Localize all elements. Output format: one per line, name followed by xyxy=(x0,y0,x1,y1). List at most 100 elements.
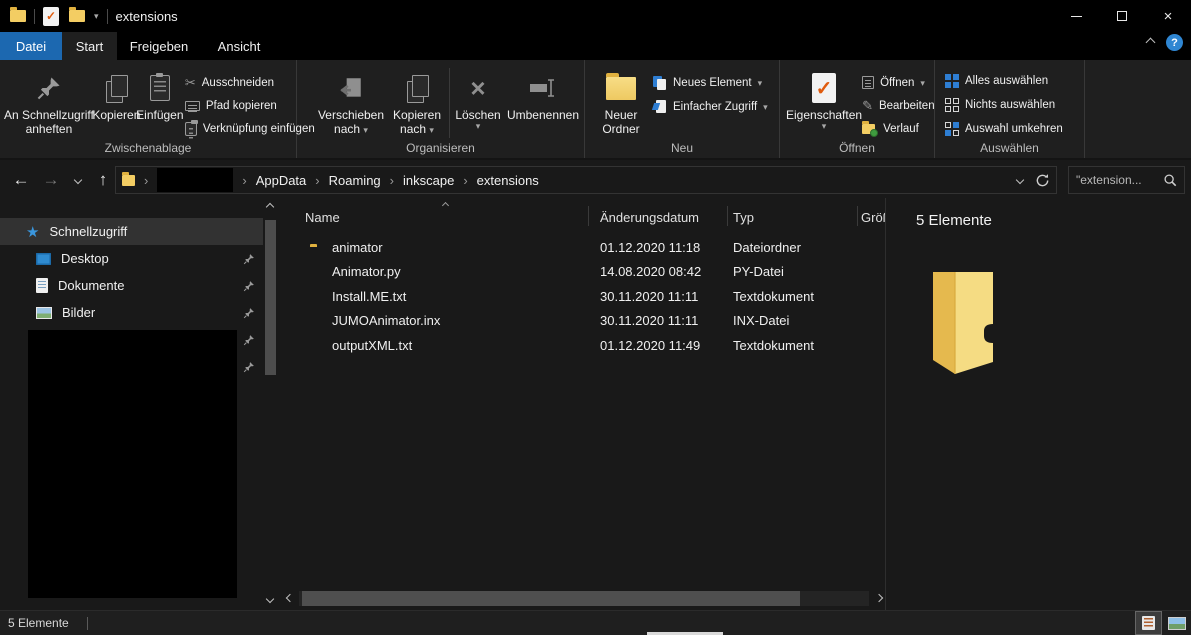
column-header-name[interactable]: Name xyxy=(305,210,340,225)
copy-path-button[interactable]: Pfad kopieren xyxy=(185,95,315,116)
minimize-icon xyxy=(1071,16,1082,17)
address-bar[interactable]: › › AppData › Roaming › inkscape › exten… xyxy=(115,166,1057,194)
details-view-button[interactable] xyxy=(1136,612,1161,634)
select-none-button[interactable]: Nichts auswählen xyxy=(945,94,1063,116)
crumb-chevron-icon: › xyxy=(144,173,148,188)
main-area: ★ Schnellzugriff Desktop Dokumente Bilde… xyxy=(0,198,1191,610)
delete-button[interactable]: × Löschen ▾ xyxy=(452,64,504,140)
column-divider[interactable] xyxy=(857,206,858,226)
file-row-jumoanimator[interactable]: JUMOAnimator.inx 30.11.2020 11:11 INX-Da… xyxy=(280,309,885,334)
recent-locations-button[interactable] xyxy=(68,162,88,198)
forward-button[interactable]: → xyxy=(36,162,66,198)
copy-button[interactable]: Kopieren xyxy=(94,64,139,140)
new-folder-icon xyxy=(606,77,636,100)
sidebar-item-desktop[interactable]: Desktop xyxy=(0,245,263,272)
minimize-button[interactable] xyxy=(1053,0,1099,32)
horizontal-scrollbar-thumb[interactable] xyxy=(302,591,800,606)
file-date: 01.12.2020 11:49 xyxy=(600,338,733,353)
navigation-pane: ★ Schnellzugriff Desktop Dokumente Bilde… xyxy=(0,198,263,610)
file-row-outputxml[interactable]: outputXML.txt 01.12.2020 11:49 Textdokum… xyxy=(280,333,885,358)
refresh-icon[interactable] xyxy=(1035,173,1050,188)
pin-icon[interactable] xyxy=(243,253,255,265)
new-item-caret-icon: ▾ xyxy=(758,79,763,87)
file-name: animator xyxy=(332,240,600,255)
open-button[interactable]: Öffnen ▾ xyxy=(862,72,935,93)
cut-button[interactable]: ✂ Ausschneiden xyxy=(185,72,315,93)
maximize-button[interactable] xyxy=(1099,0,1145,32)
pin-icon[interactable] xyxy=(243,307,255,319)
search-text: "extension... xyxy=(1076,173,1163,187)
sidebar-item-bilder[interactable]: Bilder xyxy=(0,299,263,326)
sidebar-item-label: Desktop xyxy=(61,251,109,266)
sidebar-scrollbar[interactable] xyxy=(263,198,278,610)
tab-start[interactable]: Start xyxy=(62,32,117,60)
sidebar-item-dokumente[interactable]: Dokumente xyxy=(0,272,263,299)
properties-qat-icon[interactable]: ✓ xyxy=(43,7,59,26)
column-header-size[interactable]: Größe xyxy=(861,210,885,225)
pin-icon[interactable] xyxy=(243,334,255,346)
column-header-date[interactable]: Änderungsdatum xyxy=(600,210,699,225)
move-to-button[interactable]: Verschieben nach ▾ xyxy=(315,64,387,140)
new-item-icon xyxy=(653,76,667,90)
tab-ansicht[interactable]: Ansicht xyxy=(201,32,277,60)
address-dropdown-icon[interactable] xyxy=(1016,176,1024,184)
invert-selection-button[interactable]: Auswahl umkehren xyxy=(945,118,1063,140)
column-header-type[interactable]: Typ xyxy=(733,210,754,225)
file-name: Animator.py xyxy=(332,264,600,279)
properties-button[interactable]: ✓ Eigenschaften ▾ xyxy=(786,64,862,140)
titlebar-divider xyxy=(34,9,35,24)
sidebar-item-label: Schnellzugriff xyxy=(49,224,127,239)
select-all-button[interactable]: Alles auswählen xyxy=(945,70,1063,92)
rename-button[interactable]: Umbenennen xyxy=(504,64,582,140)
qat-dropdown-icon[interactable]: ▾ xyxy=(94,12,99,20)
back-button[interactable]: ← xyxy=(6,162,36,198)
easy-access-button[interactable]: Einfacher Zugriff ▾ xyxy=(653,96,768,118)
file-row-install-me[interactable]: Install.ME.txt 30.11.2020 11:11 Textdoku… xyxy=(280,284,885,309)
scroll-left-icon[interactable] xyxy=(286,594,294,602)
up-button[interactable]: ↑ xyxy=(90,162,116,198)
copy-to-caret-icon: ▾ xyxy=(429,125,434,135)
new-folder-button[interactable]: Neuer Ordner xyxy=(595,64,647,140)
pushpin-icon xyxy=(36,75,62,101)
file-date: 14.08.2020 08:42 xyxy=(600,264,733,279)
column-divider[interactable] xyxy=(588,206,589,226)
breadcrumb-extensions[interactable]: extensions xyxy=(477,173,539,188)
new-folder-qat-icon[interactable] xyxy=(69,10,85,22)
file-row-animator-py[interactable]: Animator.py 14.08.2020 08:42 PY-Datei xyxy=(280,260,885,285)
scroll-up-icon[interactable] xyxy=(266,203,274,211)
search-input[interactable]: "extension... xyxy=(1068,166,1185,194)
sidebar-item-quick-access[interactable]: ★ Schnellzugriff xyxy=(0,218,263,245)
breadcrumb-inkscape[interactable]: inkscape xyxy=(403,173,454,188)
paste-icon xyxy=(150,75,170,101)
scroll-down-icon[interactable] xyxy=(266,595,274,603)
ribbon-collapse-icon[interactable] xyxy=(1146,38,1156,48)
crumb-chevron-icon: › xyxy=(463,173,467,188)
horizontal-scrollbar[interactable] xyxy=(285,590,885,607)
scroll-right-icon[interactable] xyxy=(875,594,883,602)
file-type: INX-Datei xyxy=(733,313,885,328)
paste-shortcut-button[interactable]: Verknüpfung einfügen xyxy=(185,119,315,140)
breadcrumb-roaming[interactable]: Roaming xyxy=(329,173,381,188)
copy-to-icon xyxy=(407,75,427,101)
new-item-button[interactable]: Neues Element ▾ xyxy=(653,72,768,94)
group-neu: Neuer Ordner Neues Element ▾ xyxy=(585,60,780,158)
history-button[interactable]: Verlauf xyxy=(862,119,935,140)
group-label-organisieren: Organisieren xyxy=(297,141,584,155)
column-divider[interactable] xyxy=(727,206,728,226)
help-icon[interactable]: ? xyxy=(1166,34,1183,51)
thumbnail-view-button[interactable] xyxy=(1164,612,1189,634)
pin-icon[interactable] xyxy=(243,361,255,373)
edit-button[interactable]: ✎ Bearbeiten xyxy=(862,95,935,116)
group-oeffnen: ✓ Eigenschaften ▾ Öffnen ▾ ✎ Bearbeiten xyxy=(780,60,935,158)
sidebar-scrollbar-thumb[interactable] xyxy=(265,220,276,375)
address-row: ← → ↑ › › AppData › Roaming › inkscape ›… xyxy=(0,162,1191,198)
breadcrumb-appdata[interactable]: AppData xyxy=(256,173,307,188)
pin-icon[interactable] xyxy=(243,280,255,292)
tab-freigeben[interactable]: Freigeben xyxy=(117,32,201,60)
close-button[interactable]: × xyxy=(1145,0,1191,32)
tab-datei[interactable]: Datei xyxy=(0,32,62,60)
copy-to-button[interactable]: Kopieren nach ▾ xyxy=(387,64,447,140)
paste-button[interactable]: Einfügen xyxy=(139,64,181,140)
file-row-animator[interactable]: animator 01.12.2020 11:18 Dateiordner xyxy=(280,235,885,260)
pin-to-quickaccess-button[interactable]: An Schnellzugriff anheften xyxy=(4,64,94,140)
